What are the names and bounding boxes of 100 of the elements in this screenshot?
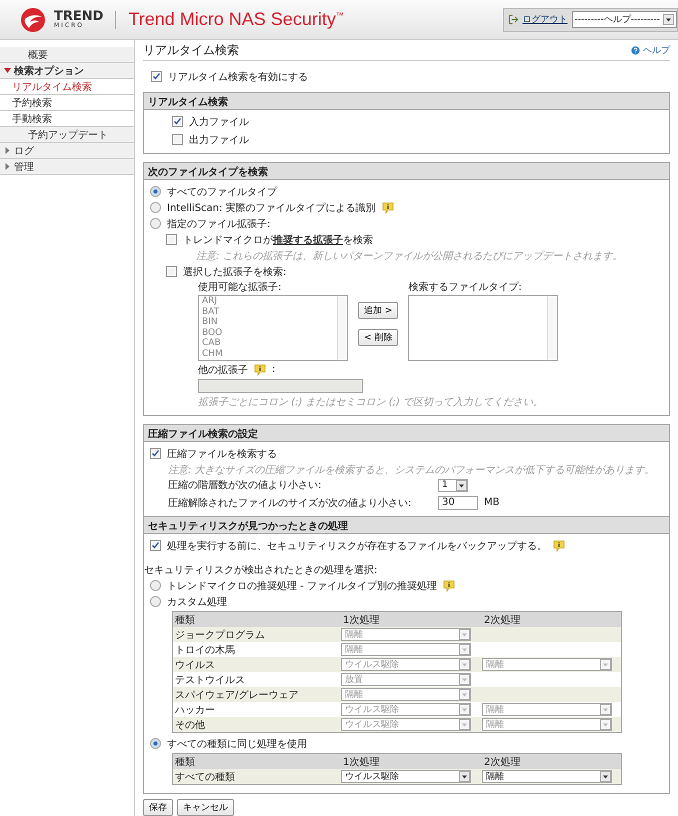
- checkbox[interactable]: [166, 266, 177, 277]
- note-text: 注意: 大きなサイズの圧縮ファイルを検索すると、システムのパフォーマンスが低下する可能性があります。: [168, 464, 655, 476]
- field-label: 他の拡張子: [198, 364, 248, 376]
- sidebar-item[interactable]: 予約アップデート: [0, 127, 134, 143]
- info-icon[interactable]: [442, 580, 455, 592]
- caret-right-icon: [4, 163, 11, 170]
- column-header: 2次処理: [483, 756, 522, 768]
- list-item[interactable]: CAB: [202, 338, 337, 348]
- checkbox[interactable]: [172, 116, 183, 127]
- sidebar-item[interactable]: リアルタイム検索: [0, 79, 134, 95]
- unit-label: MB: [484, 497, 500, 508]
- checkbox[interactable]: [150, 448, 161, 459]
- colon-text: :: [272, 364, 276, 375]
- add-button[interactable]: 追加 >: [358, 302, 398, 319]
- checkbox[interactable]: [151, 71, 162, 82]
- remove-button[interactable]: < 削除: [358, 329, 398, 346]
- list-label: 検索するファイルタイプ:: [408, 280, 523, 294]
- logout-link[interactable]: ログアウト: [522, 13, 568, 26]
- radio-label: カスタム処理: [167, 596, 227, 608]
- radio-button[interactable]: [150, 218, 161, 229]
- sidebar-item[interactable]: ログ: [0, 143, 134, 159]
- table-cell-text: トロイの木馬: [174, 644, 236, 656]
- radio-label: IntelliScan: 実際のファイルタイプによる識別: [167, 202, 376, 214]
- table-cell-text: その他: [174, 718, 206, 732]
- scrollbar[interactable]: [337, 296, 347, 360]
- dropdown[interactable]: 1: [438, 478, 468, 492]
- prompt-text: セキュリティリスクが検出されたときの処理を選択:: [144, 564, 378, 576]
- input-field[interactable]: [198, 378, 363, 392]
- page-title: リアルタイム検索: [143, 42, 239, 58]
- checkbox-label: 入力ファイル: [189, 116, 249, 128]
- caret-icon: [663, 14, 674, 25]
- column-header: 2次処理: [483, 614, 522, 626]
- recommended-link[interactable]: 推奨する拡張子: [273, 234, 343, 246]
- logo-text: TREND: [54, 10, 104, 23]
- caret-icon: [456, 480, 467, 490]
- file-type-list[interactable]: [408, 295, 558, 361]
- checkbox-label: トレンドマイクロが推奨する拡張子を検索: [183, 234, 373, 246]
- radio-label: トレンドマイクロの推奨処理 - ファイルタイプ別の推奨処理: [167, 580, 437, 592]
- table-cell-text: ジョークプログラム: [174, 628, 266, 642]
- radio-button[interactable]: [150, 596, 161, 607]
- caret-down-icon: [4, 67, 11, 74]
- field-label: 圧縮解除されたファイルのサイズが次の値より小さい:: [168, 496, 412, 510]
- section-title: 圧縮ファイル検索の設定: [144, 425, 669, 442]
- list-item[interactable]: BOO: [202, 328, 337, 338]
- list-item[interactable]: CHM: [202, 348, 337, 359]
- checkbox-label: 選択した拡張子を検索:: [183, 266, 286, 278]
- dropdown[interactable]: 隔離: [482, 770, 612, 783]
- caret-icon: [459, 719, 470, 730]
- table-cell-text: すべての種類: [174, 770, 236, 784]
- extension-list[interactable]: ARJ BAT BIN BOO CAB CHM: [198, 295, 348, 361]
- column-header: 種類: [174, 614, 196, 626]
- help-link[interactable]: ヘルプ: [630, 44, 670, 56]
- sidebar-item[interactable]: 検索オプション: [0, 63, 134, 79]
- checkbox[interactable]: [166, 234, 177, 245]
- caret-icon: [459, 659, 470, 670]
- sidebar-item[interactable]: 管理: [0, 159, 134, 175]
- cancel-button[interactable]: キャンセル: [177, 799, 234, 816]
- radio-button[interactable]: [150, 202, 161, 213]
- dropdown[interactable]: ウイルス駆除: [341, 770, 471, 783]
- section-title: 次のファイルタイプを検索: [144, 163, 669, 180]
- checkbox-label: 圧縮ファイルを検索する: [167, 448, 277, 460]
- radio-button[interactable]: [150, 738, 161, 749]
- logo-icon: [20, 6, 46, 32]
- caret-icon: [459, 689, 470, 700]
- input-field[interactable]: 30: [438, 496, 478, 510]
- table-cell-text: スパイウェア/グレーウェア: [174, 688, 300, 702]
- list-item[interactable]: BAT: [202, 306, 337, 317]
- radio-label: すべての種類に同じ処理を使用: [167, 738, 307, 750]
- column-header: 1次処理: [342, 614, 380, 626]
- scrollbar[interactable]: [547, 296, 558, 360]
- checkbox-label: 出力ファイル: [189, 134, 249, 146]
- product-title: Trend Micro NAS Security$^{™}$: [128, 9, 344, 30]
- sidebar-item[interactable]: 予約検索: [0, 95, 134, 111]
- save-button[interactable]: 保存: [143, 799, 173, 816]
- column-header: 1次処理: [342, 756, 380, 768]
- sidebar-item[interactable]: 概要: [0, 47, 134, 63]
- list-item[interactable]: ARJ: [202, 296, 337, 306]
- help-icon: [630, 44, 641, 56]
- info-icon[interactable]: [553, 540, 565, 552]
- radio-label: 指定のファイル拡張子:: [167, 218, 270, 230]
- caret-right-icon: [4, 147, 11, 154]
- section-title: セキュリティリスクが見つかったときの処理: [144, 517, 669, 534]
- sidebar-item[interactable]: 手動検索: [0, 111, 134, 127]
- checkbox[interactable]: [150, 540, 161, 551]
- help-dropdown[interactable]: ---------ヘルプ---------: [572, 11, 677, 28]
- hint-text: 拡張子ごとにコロン (:) またはセミコロン (;) で区切って入力してください。: [198, 396, 544, 408]
- table-cell-text: ハッカー: [174, 704, 216, 716]
- radio-label: すべてのファイルタイプ: [167, 186, 277, 198]
- checkbox-label: 処理を実行する前に、セキュリティリスクが存在するファイルをバックアップする。: [167, 540, 547, 552]
- info-icon[interactable]: [382, 202, 394, 214]
- list-item[interactable]: BIN: [202, 317, 337, 328]
- radio-button[interactable]: [150, 580, 161, 591]
- checkbox-label: リアルタイム検索を有効にする: [168, 70, 308, 84]
- info-icon[interactable]: [254, 364, 266, 376]
- radio-button[interactable]: [150, 186, 161, 197]
- logout-icon: [508, 14, 519, 25]
- checkbox[interactable]: [172, 134, 183, 145]
- note-text: 注意: これらの拡張子は、新しいパターンファイルが公開されるたびにアップデートされます。: [196, 250, 623, 262]
- table-cell-text: ウイルス: [174, 658, 216, 672]
- field-label: 圧縮の階層数が次の値より小さい:: [168, 478, 322, 492]
